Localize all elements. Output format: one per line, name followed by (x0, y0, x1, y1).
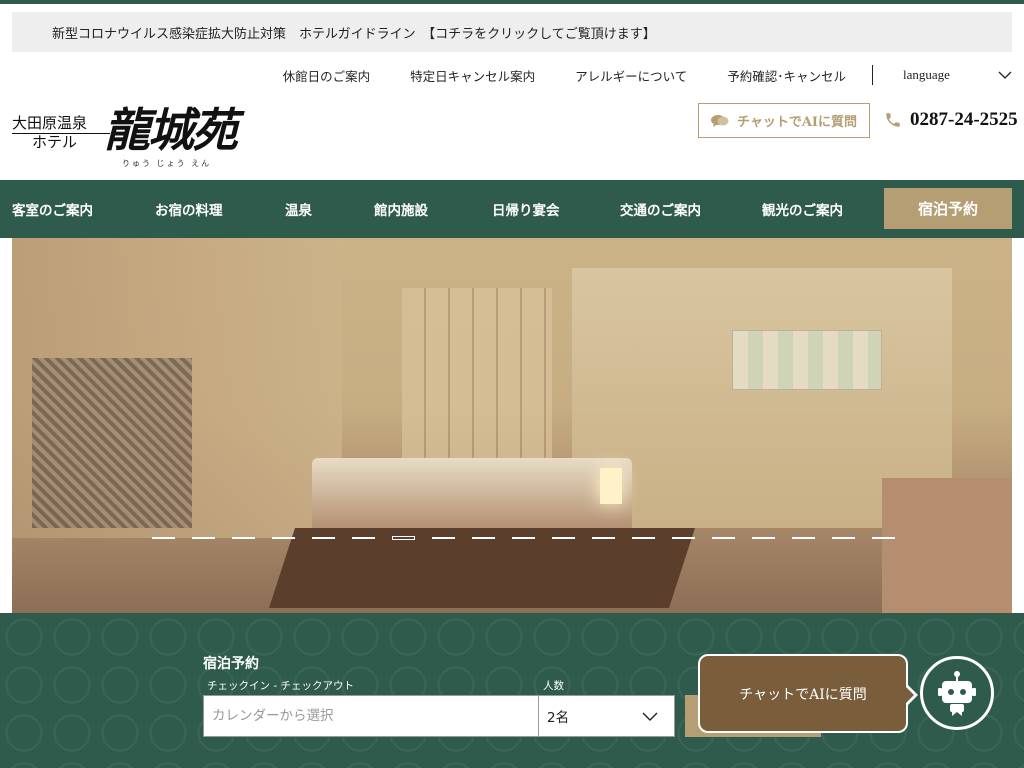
slide-indicator[interactable] (192, 537, 215, 539)
slide-indicator[interactable] (872, 537, 895, 539)
phone-number[interactable]: 0287-24-2525 (884, 106, 1018, 134)
slide-indicator[interactable] (432, 537, 455, 539)
slide-indicator[interactable] (232, 537, 255, 539)
hero-wall-art (732, 330, 882, 390)
robot-icon (938, 671, 976, 716)
people-select[interactable]: 2名 (538, 695, 675, 737)
hero-shoji-screen (402, 288, 552, 468)
checkin-checkout-label: チェックイン - チェックアウト (207, 680, 354, 692)
nav-onsen[interactable]: 温泉 (285, 199, 312, 219)
logo-main-text: 龍城苑 (104, 103, 238, 157)
nav-facilities[interactable]: 館内施設 (374, 199, 428, 219)
nav-access[interactable]: 交通のご案内 (620, 199, 701, 219)
covid-notice-banner[interactable]: 新型コロナウイルス感染症拡大防止対策 ホテルガイドライン 【コチラをクリックして… (12, 12, 1012, 52)
people-value: 2名 (547, 710, 570, 726)
utility-link-allergy[interactable]: アレルギーについて (575, 66, 687, 85)
chat-bubble-icon (710, 114, 729, 127)
people-label: 人数 (543, 680, 564, 692)
hero-slideshow (12, 238, 1012, 613)
slide-indicators (152, 536, 895, 540)
hero-lamp (600, 468, 622, 504)
notice-text[interactable]: 新型コロナウイルス感染症拡大防止対策 ホテルガイドライン 【コチラをクリックして… (52, 23, 656, 42)
slide-indicator[interactable] (752, 537, 775, 539)
nav-reserve-button[interactable]: 宿泊予約 (884, 188, 1012, 229)
logo-kana: りゅう じょう えん (122, 159, 212, 168)
slide-indicator[interactable] (792, 537, 815, 539)
slide-indicator[interactable] (712, 537, 735, 539)
slide-indicator[interactable] (312, 537, 335, 539)
utility-link-closed-days[interactable]: 休館日のご案内 (283, 66, 371, 85)
slide-indicator[interactable] (552, 537, 575, 539)
slide-indicator[interactable] (632, 537, 655, 539)
hotel-logo[interactable]: 大田原温泉 ホテル 龍城苑 りゅう じょう えん (12, 102, 238, 168)
language-select[interactable]: language (872, 65, 1012, 85)
utility-link-reservation-check[interactable]: 予約確認･キャンセル (727, 66, 846, 85)
booking-title: 宿泊予約 (203, 656, 259, 672)
nav-sightseeing[interactable]: 観光のご案内 (762, 199, 843, 219)
nav-cuisine[interactable]: お宿の料理 (155, 199, 223, 219)
slide-indicator[interactable] (392, 536, 415, 540)
bubble-tail (905, 684, 918, 706)
hero-table (269, 528, 695, 608)
phone-icon (886, 113, 900, 127)
phone-text: 0287-24-2525 (910, 109, 1018, 130)
slide-indicator[interactable] (272, 537, 295, 539)
language-label: language (903, 67, 950, 82)
slide-indicator[interactable] (352, 537, 375, 539)
slide-indicator[interactable] (472, 537, 495, 539)
chat-widget-bubble[interactable]: チャットでAIに質問 (698, 654, 918, 733)
slide-indicator[interactable] (832, 537, 855, 539)
nav-day-banquet[interactable]: 日帰り宴会 (492, 199, 560, 219)
top-accent-bar (0, 0, 1024, 4)
chevron-down-icon (998, 71, 1012, 79)
slide-indicator[interactable] (672, 537, 695, 539)
chat-ai-button[interactable]: チャットでAIに質問 (698, 103, 870, 138)
utility-link-cancel-dates[interactable]: 特定日キャンセル案内 (410, 66, 535, 85)
slide-indicator[interactable] (592, 537, 615, 539)
utility-nav: 休館日のご案内 特定日キャンセル案内 アレルギーについて 予約確認･キャンセル … (283, 64, 1012, 86)
chevron-down-icon (642, 712, 658, 721)
chat-widget-text: チャットでAIに質問 (739, 686, 867, 703)
chat-ai-label: チャットでAIに質問 (736, 115, 858, 130)
slide-indicator[interactable] (152, 537, 175, 539)
logo-sub-line1: 大田原温泉 (12, 114, 88, 132)
logo-subtitle: 大田原温泉 ホテル (12, 114, 110, 152)
chatbot-robot-button[interactable] (920, 656, 994, 730)
hero-floor-right (882, 478, 1012, 613)
logo-rule (12, 133, 110, 134)
logo-sub-line2: ホテル (32, 133, 78, 151)
nav-rooms[interactable]: 客室のご案内 (12, 199, 93, 219)
slide-indicator[interactable] (512, 537, 535, 539)
hero-rattan-chair (32, 358, 192, 528)
main-nav: 客室のご案内 お宿の料理 温泉 館内施設 日帰り宴会 交通のご案内 観光のご案内… (0, 180, 1024, 238)
date-input[interactable] (203, 695, 539, 737)
